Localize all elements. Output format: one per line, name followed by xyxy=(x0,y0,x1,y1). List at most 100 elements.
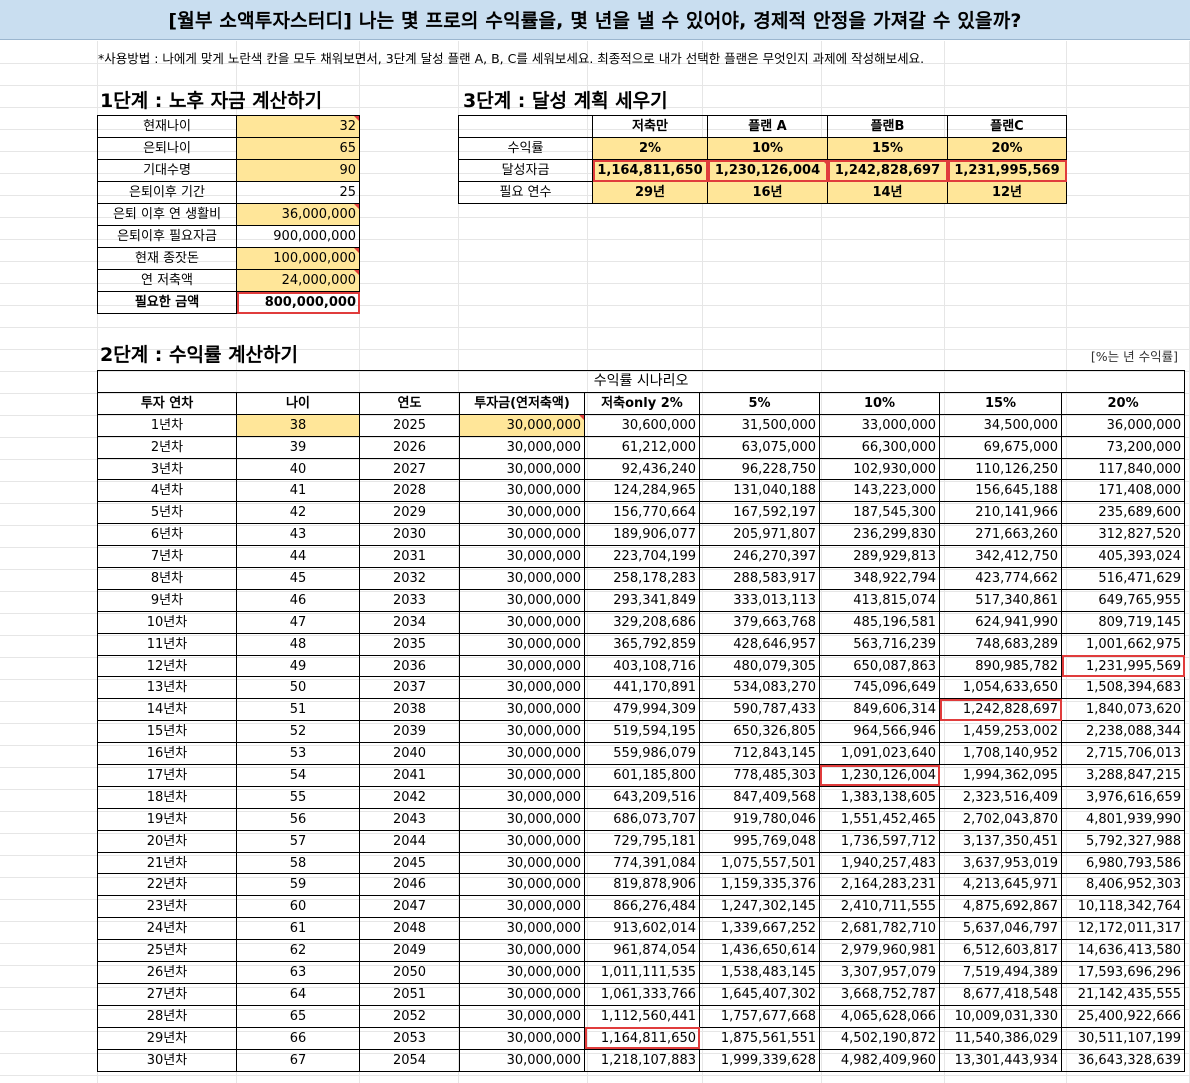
table-row: 4년차 41 2028 30,000,000 124,284,965 131,040,18… xyxy=(97,479,1186,503)
table-row: 17년차 54 2041 30,000,000 601,185,800 778,485,3… xyxy=(97,764,1186,787)
scenario-cell: 4,982,409,960 xyxy=(819,1048,940,1072)
scenario-cell: 809,719,145 xyxy=(1060,610,1186,634)
scenario-cell[interactable]: 30,000,000 xyxy=(459,413,585,437)
scenario-cell: 2,702,043,870 xyxy=(939,807,1062,831)
table-row: 16년차 53 2040 30,000,000 559,986,079 712,843,1… xyxy=(97,742,1186,766)
scenario-cell: 1,645,407,302 xyxy=(699,982,820,1006)
scenario-cell: 3,637,953,019 xyxy=(939,851,1062,875)
scenario-cell: 2043 xyxy=(359,807,460,831)
scenario-cell: 63,075,000 xyxy=(699,435,820,459)
scenario-cell: 26년차 xyxy=(97,961,237,984)
scenario-cell: 5,792,327,988 xyxy=(1060,829,1186,853)
table-row: 9년차 46 2033 30,000,000 293,341,849 333,013,11… xyxy=(97,588,1186,612)
scenario-cell: 102,930,000 xyxy=(819,457,940,481)
plan-value: 1,164,811,650 xyxy=(592,159,708,182)
scenario-cell: 995,769,048 xyxy=(699,829,820,853)
scenario-cell: 17년차 xyxy=(97,764,237,787)
scenario-cell: 30,000,000 xyxy=(459,588,585,612)
scenario-cell: 1,999,339,628 xyxy=(699,1048,820,1072)
scenario-cell: 293,341,849 xyxy=(584,588,700,612)
scenario-cell: 686,073,707 xyxy=(584,807,700,831)
scenario-cell: 63 xyxy=(236,961,360,984)
plan-column-header: 플랜 A xyxy=(707,115,828,138)
scenario-cell: 52 xyxy=(236,720,360,744)
fund-value[interactable]: 65 xyxy=(236,137,360,160)
plan-value[interactable]: 15% xyxy=(827,137,948,160)
table-row: 29년차 66 2053 30,000,000 1,164,811,650 1,875,5… xyxy=(97,1026,1186,1050)
scenario-cell: 342,412,750 xyxy=(939,545,1062,569)
scenario-cell: 92,436,240 xyxy=(584,457,700,481)
fund-value[interactable]: 36,000,000 xyxy=(236,203,360,226)
return-scenario-table: 수익률 시나리오 투자 연차 나이 연도 투자금(연저축액) 저축only 2% 5% 10%… xyxy=(96,370,1186,1072)
scenario-cell: 516,471,629 xyxy=(1060,567,1186,590)
scenario-cell: 246,270,397 xyxy=(699,545,820,569)
scenario-cell: 167,592,197 xyxy=(699,501,820,525)
scenario-cell: 2,681,782,710 xyxy=(819,917,940,941)
scenario-cell: 18년차 xyxy=(97,785,237,809)
scenario-title-row: 수익률 시나리오 xyxy=(96,370,1186,393)
fund-value[interactable]: 100,000,000 xyxy=(236,247,360,270)
fund-value[interactable]: 24,000,000 xyxy=(236,269,360,292)
scenario-cell: 333,013,113 xyxy=(699,588,820,612)
scenario-cell: 4,875,692,867 xyxy=(939,895,1062,919)
scenario-cell: 2054 xyxy=(359,1048,460,1072)
step1-heading: 1단계 : 노후 자금 계산하기 xyxy=(100,90,323,112)
scenario-cell: 55 xyxy=(236,785,360,809)
scenario-cell: 2039 xyxy=(359,720,460,744)
scenario-cell: 30,000,000 xyxy=(459,939,585,963)
table-row: 10년차 47 2034 30,000,000 329,208,686 379,663,7… xyxy=(97,610,1186,634)
scenario-cell: 14,636,413,580 xyxy=(1060,939,1186,963)
scenario-cell: 25년차 xyxy=(97,939,237,963)
scenario-cell: 8,677,418,548 xyxy=(939,982,1062,1006)
scenario-cell: 30,000,000 xyxy=(459,742,585,766)
scenario-cell: 30,000,000 xyxy=(459,1004,585,1028)
scenario-cell: 2037 xyxy=(359,676,460,700)
scenario-cell: 30,000,000 xyxy=(459,676,585,700)
scenario-cell: 866,276,484 xyxy=(584,895,700,919)
scenario-cell: 423,774,662 xyxy=(939,567,1062,590)
scenario-cell: 23년차 xyxy=(97,895,237,919)
plan-value[interactable]: 10% xyxy=(707,137,828,160)
scenario-cell: 7년차 xyxy=(97,545,237,569)
fund-row: 은퇴이후 기간 25 xyxy=(97,181,360,204)
scenario-cell: 61,212,000 xyxy=(584,435,700,459)
scenario-cell: 1,230,126,004 xyxy=(819,764,940,787)
scenario-cell: 2036 xyxy=(359,654,460,678)
scenario-cell: 6년차 xyxy=(97,523,237,547)
scenario-cell: 778,485,303 xyxy=(699,764,820,787)
fund-label: 필요한 금액 xyxy=(97,291,237,314)
fund-value[interactable]: 32 xyxy=(236,115,360,138)
fund-value[interactable]: 90 xyxy=(236,159,360,182)
scenario-cell: 30,000,000 xyxy=(459,961,585,984)
fund-value: 900,000,000 xyxy=(236,225,360,248)
scenario-header-row: 투자 연차 나이 연도 투자금(연저축액) 저축only 2% 5% 10% 15% 20% xyxy=(97,391,1186,415)
scenario-cell: 2040 xyxy=(359,742,460,766)
scenario-cell: 29년차 xyxy=(97,1026,237,1050)
scenario-cell: 2046 xyxy=(359,873,460,897)
scenario-cell: 517,340,861 xyxy=(939,588,1062,612)
plan-column-header: 저축만 xyxy=(592,115,708,138)
scenario-cell: 30,000,000 xyxy=(459,654,585,678)
scenario-cell: 60 xyxy=(236,895,360,919)
scenario-cell: 961,874,054 xyxy=(584,939,700,963)
fund-label: 은퇴이후 필요자금 xyxy=(97,225,237,248)
scenario-cell: 1,436,650,614 xyxy=(699,939,820,963)
table-row: 25년차 62 2049 30,000,000 961,874,054 1,436,650… xyxy=(97,939,1186,963)
scenario-cell: 650,326,805 xyxy=(699,720,820,744)
scenario-cell: 6,512,603,817 xyxy=(939,939,1062,963)
scenario-column-header: 저축only 2% xyxy=(584,391,700,415)
scenario-cell: 485,196,581 xyxy=(819,610,940,634)
plan-value[interactable]: 2% xyxy=(592,137,708,160)
plan-row: 달성자금 1,164,811,650 1,230,126,004 1,242,828,… xyxy=(458,159,1067,182)
plan-row: 수익률 2% 10% 15% 20% xyxy=(458,137,1067,160)
scenario-cell: 14년차 xyxy=(97,698,237,722)
scenario-cell: 9년차 xyxy=(97,588,237,612)
scenario-cell: 379,663,768 xyxy=(699,610,820,634)
scenario-cell[interactable]: 38 xyxy=(236,413,360,437)
plan-value[interactable]: 20% xyxy=(947,137,1067,160)
scenario-cell: 67 xyxy=(236,1048,360,1072)
scenario-cell: 1,247,302,145 xyxy=(699,895,820,919)
fund-row: 현재 종잣돈 100,000,000 xyxy=(97,247,360,270)
scenario-cell: 10년차 xyxy=(97,610,237,634)
fund-value: 800,000,000 xyxy=(236,291,360,314)
